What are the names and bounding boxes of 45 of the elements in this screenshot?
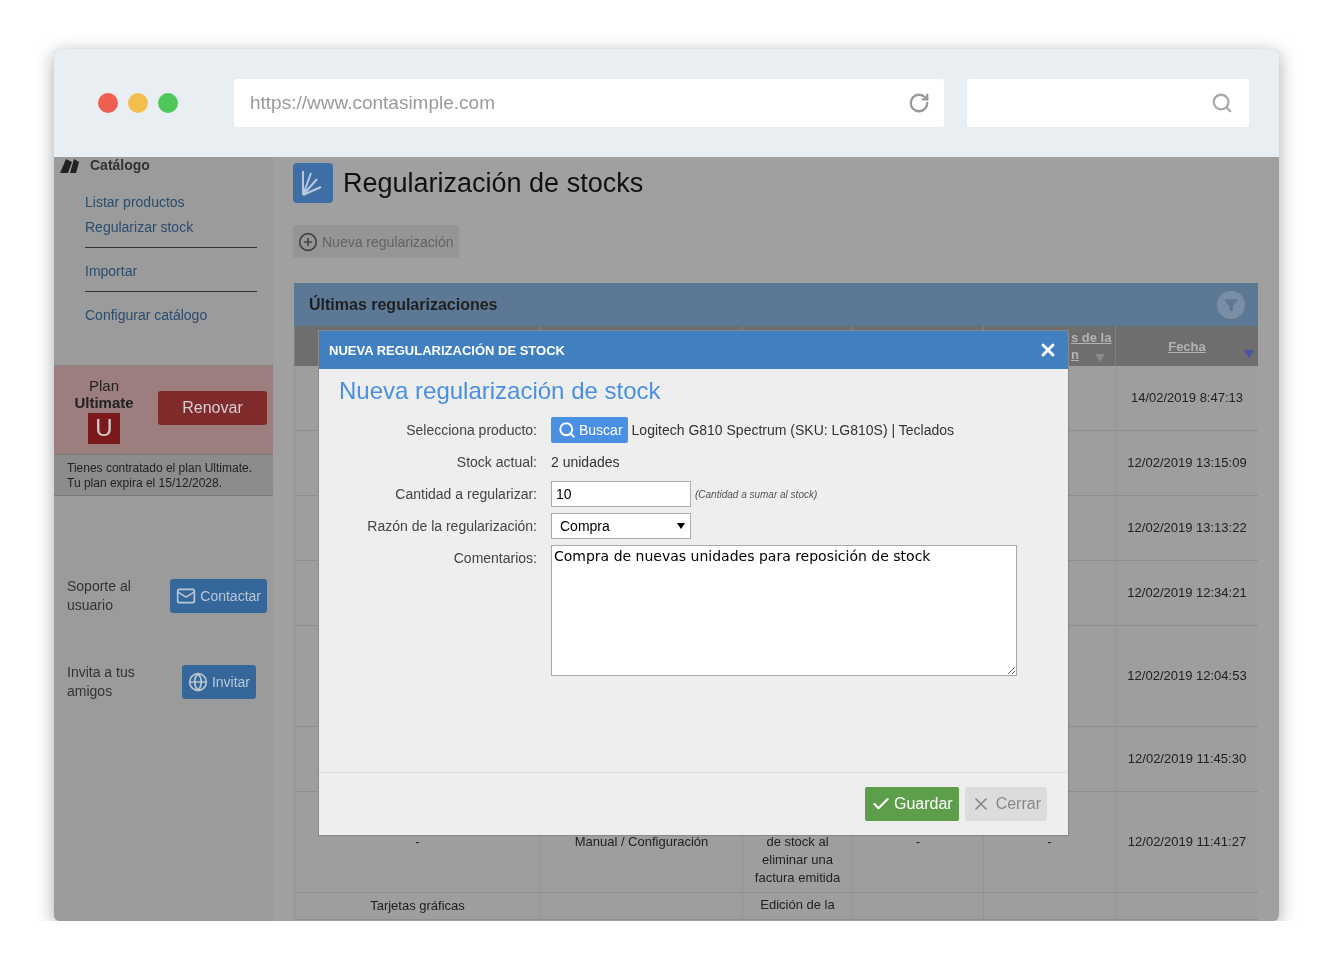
field-label: Razón de la regularización:: [366, 517, 537, 536]
help-text: Soporte al usuario: [67, 577, 132, 615]
plan-badge: U: [88, 412, 120, 444]
panel-title: Últimas regularizaciones: [309, 295, 498, 314]
plan-name: Ultimate: [74, 393, 134, 411]
sidebar-link[interactable]: Importar: [85, 258, 257, 283]
table-cell: 12/02/2019 12:34:21: [1115, 561, 1258, 626]
contact-button[interactable]: Contactar: [170, 579, 267, 613]
column-header[interactable]: Fecha: [1168, 338, 1206, 354]
page-title: Regularización de stocks: [343, 167, 644, 199]
invite-button[interactable]: Invitar: [181, 665, 256, 699]
sidebar-link[interactable]: Regularizar stock: [85, 214, 257, 239]
plan-label: Plan: [89, 376, 119, 394]
table-cell: Edición de la: [742, 893, 852, 920]
field-label: Comentarios:: [452, 549, 537, 568]
plan-note: Tienes contratado el plan Ultimate.: [67, 461, 253, 475]
cancel-button[interactable]: Cerrar: [964, 787, 1047, 821]
field-label: Selecciona producto:: [405, 421, 537, 440]
table-cell: 12/02/2019 13:15:09: [1115, 431, 1258, 496]
field-label: Cantidad a regularizar:: [394, 485, 537, 504]
table-cell: 12/02/2019 13:13:22: [1115, 496, 1258, 561]
save-button[interactable]: Guardar: [864, 787, 959, 821]
table-cell: 12/02/2019 11:41:27: [1115, 792, 1258, 893]
dialog-title: NUEVA REGULARIZACIÓN DE STOCK: [329, 342, 565, 358]
help-text: Invita a tus amigos: [67, 663, 136, 701]
renew-button[interactable]: Renovar: [158, 391, 267, 425]
column-header[interactable]: s de la n: [1071, 329, 1113, 363]
section-title: Catálogo: [90, 157, 150, 173]
field-label: Stock actual:: [455, 453, 537, 472]
product-name: Logitech G810 Spectrum (SKU: LG810S) | Teclados: [631, 422, 954, 438]
plan-note: Tu plan expira el 15/12/2028.: [67, 476, 223, 490]
table-cell: 12/02/2019 11:45:30: [1115, 727, 1258, 792]
table-cell: Tarjetas gráficas: [294, 893, 540, 920]
comments-field[interactable]: Compra de nuevas unidades para reposición de stock: [551, 545, 1017, 676]
sidebar-link[interactable]: Configurar catálogo: [85, 302, 257, 327]
table-cell: 14/02/2019 8:47:13: [1115, 366, 1258, 431]
table-cell: 12/02/2019 12:04:53: [1115, 626, 1258, 727]
address-bar[interactable]: https://www.contasimple.com: [234, 79, 944, 127]
reason-select[interactable]: Compra: [551, 513, 691, 539]
quantity-field[interactable]: 10: [551, 481, 691, 507]
sidebar-link[interactable]: Listar productos: [85, 189, 257, 214]
field-hint: (Cantidad a sumar al stock): [695, 488, 818, 500]
search-button[interactable]: Buscar: [551, 417, 628, 443]
field-value: 2 unidades: [551, 454, 620, 470]
form-title: Nueva regularización de stock: [339, 377, 662, 405]
